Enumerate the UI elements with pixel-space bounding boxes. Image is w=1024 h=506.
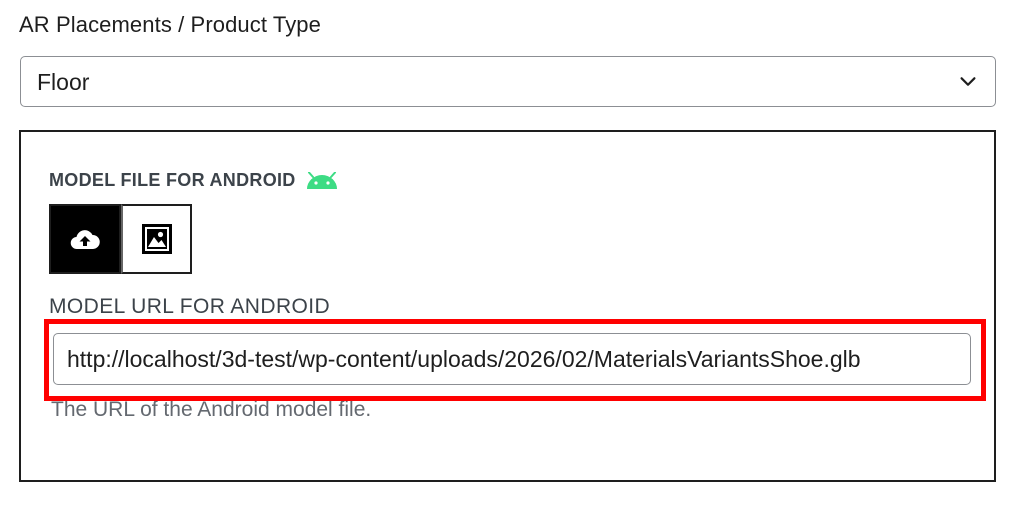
cloud-upload-icon (70, 230, 100, 250)
upload-button[interactable] (49, 204, 121, 274)
section-title: MODEL FILE FOR ANDROID (49, 170, 339, 191)
model-url-input[interactable] (53, 333, 971, 385)
help-text: The URL of the Android model file. (51, 398, 372, 421)
select-value: Floor (37, 69, 90, 95)
chevron-down-icon (960, 77, 976, 86)
model-file-title: MODEL FILE FOR ANDROID (49, 170, 296, 190)
model-url-label: Model URL for Android (49, 295, 331, 318)
android-model-panel: MODEL FILE FOR ANDROID Model URL for And (19, 130, 996, 482)
placement-select[interactable]: Floor (20, 56, 996, 107)
android-icon (306, 171, 337, 189)
media-library-button[interactable] (121, 204, 192, 274)
image-icon (141, 224, 172, 254)
placement-label: AR Placements / Product Type (19, 12, 321, 37)
model-source-buttons (49, 204, 192, 274)
